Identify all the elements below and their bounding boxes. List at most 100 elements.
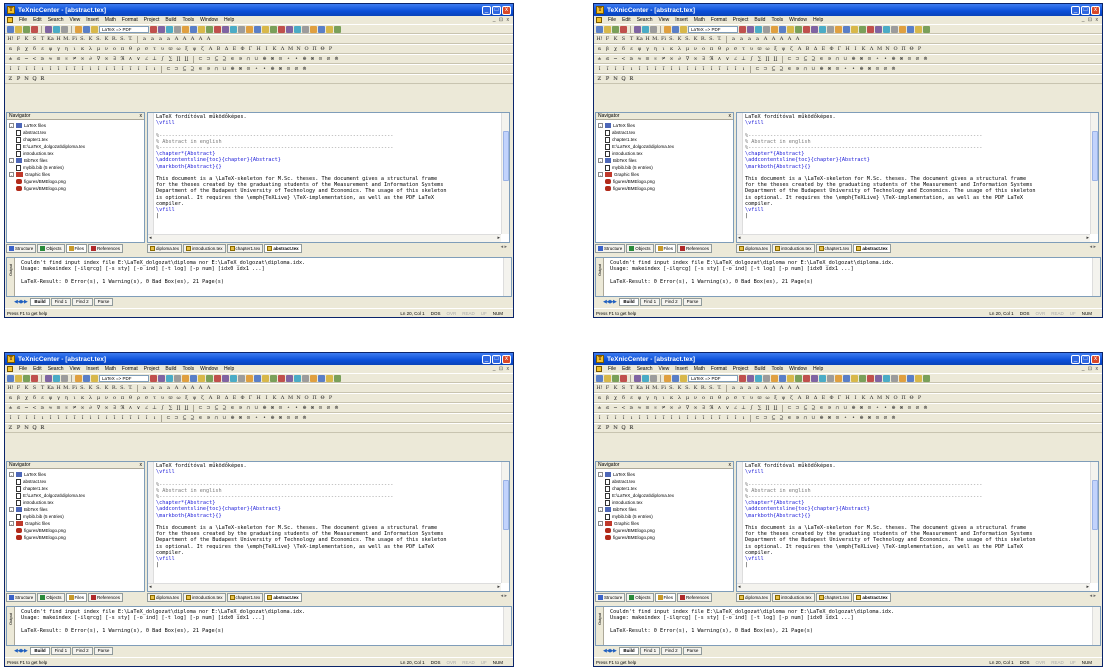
symbol-button[interactable]: ∩: [834, 56, 841, 62]
symbol-button[interactable]: ⊂: [786, 56, 793, 62]
tree-item[interactable]: abstract.tex: [598, 129, 731, 136]
symbol-button[interactable]: ≠: [660, 405, 667, 411]
document-tab[interactable]: diploma.tex: [147, 244, 183, 253]
tree-item[interactable]: figures/BMElogo.png: [598, 534, 731, 541]
output-profile-select[interactable]: LaTeX => PDF: [99, 25, 149, 33]
symbol-button[interactable]: Γ: [836, 46, 843, 52]
tree-expander-icon[interactable]: -: [598, 172, 603, 177]
symbol-button[interactable]: ⊘: [914, 405, 921, 411]
symbol-button[interactable]: Ρ: [327, 46, 334, 52]
toolbar-button-icon[interactable]: [7, 25, 14, 33]
symbol-button[interactable]: ε: [628, 46, 635, 52]
symbol-button[interactable]: M.: [652, 36, 659, 42]
symbol-button[interactable]: T.: [716, 36, 723, 42]
tree-item[interactable]: - BibTeX files: [598, 157, 731, 164]
symbol-button[interactable]: î: [79, 66, 86, 72]
symbol-button[interactable]: A: [770, 36, 777, 42]
toolbar-button-icon[interactable]: [334, 25, 341, 33]
toolbar-button-icon[interactable]: [664, 25, 671, 33]
symbol-button[interactable]: η: [63, 395, 70, 401]
symbol-button[interactable]: Γ: [836, 395, 843, 401]
symbol-button[interactable]: Η: [255, 395, 262, 401]
symbol-button[interactable]: Ι: [852, 46, 859, 52]
symbol-button[interactable]: ~: [612, 405, 619, 411]
tree-item[interactable]: figures/BMElogo.png: [9, 527, 142, 534]
tree-item[interactable]: - LaTeX files: [598, 471, 731, 478]
symbol-button[interactable]: ⊗: [277, 415, 284, 421]
minimize-button[interactable]: _: [482, 354, 491, 364]
symbol-button[interactable]: K: [692, 385, 699, 391]
symbol-button[interactable]: í: [692, 66, 699, 72]
toolbar-button-icon[interactable]: [827, 25, 834, 33]
symbol-button[interactable]: ∞: [692, 56, 699, 62]
symbol-button[interactable]: ∏: [175, 56, 182, 62]
menu-build[interactable]: Build: [165, 366, 176, 372]
tree-item[interactable]: - LaTeX files: [9, 122, 142, 129]
toolbar-button-icon[interactable]: [811, 25, 818, 33]
symbol-button[interactable]: T: [628, 36, 635, 42]
symbol-button[interactable]: ≤: [15, 405, 22, 411]
symbol-button[interactable]: T: [628, 385, 635, 391]
symbol-button[interactable]: Ε: [231, 46, 238, 52]
toolbar-button-icon[interactable]: [75, 374, 82, 382]
minimize-button[interactable]: _: [1071, 5, 1080, 15]
symbol-button[interactable]: ⊕: [261, 56, 268, 62]
symbol-button[interactable]: í: [103, 415, 110, 421]
scroll-right-icon[interactable]: ▸: [1086, 584, 1089, 590]
tree-item[interactable]: introduction.tex: [598, 150, 731, 157]
toolbar-button-icon[interactable]: [254, 25, 261, 33]
symbol-button[interactable]: •: [293, 56, 300, 62]
tree-expander-icon[interactable]: -: [9, 123, 14, 128]
toolbar-button-icon[interactable]: [198, 374, 205, 382]
symbol-button[interactable]: ∪: [842, 405, 849, 411]
symbol-button[interactable]: î: [668, 66, 675, 72]
toolbar-button-icon[interactable]: [851, 25, 858, 33]
symbol-button[interactable]: K: [692, 36, 699, 42]
toolbar-button-icon[interactable]: [819, 374, 826, 382]
document-tab[interactable]: introduction.tex: [772, 244, 815, 253]
toolbar-button-icon[interactable]: [83, 25, 90, 33]
symbol-button[interactable]: ĩ: [71, 66, 78, 72]
symbol-button[interactable]: σ: [732, 46, 739, 52]
symbol-button[interactable]: Α: [207, 46, 214, 52]
symbol-button[interactable]: ⊙: [285, 415, 292, 421]
symbol-button[interactable]: ⊗: [309, 56, 316, 62]
output-profile-select[interactable]: LaTeX => PDF: [688, 25, 738, 33]
symbol-button[interactable]: a: [157, 385, 164, 391]
symbol-button[interactable]: ⊆: [770, 66, 777, 72]
symbol-button[interactable]: A: [794, 385, 801, 391]
symbol-button[interactable]: ∋: [794, 415, 801, 421]
scroll-left-icon[interactable]: ◂: [149, 584, 152, 590]
symbol-button[interactable]: π: [708, 46, 715, 52]
navigator-close-icon[interactable]: x: [140, 462, 145, 468]
document-tab[interactable]: chapter1.tex: [226, 593, 264, 602]
symbol-button[interactable]: φ: [636, 395, 643, 401]
symbol-button[interactable]: κ: [668, 46, 675, 52]
menu-project[interactable]: Project: [144, 17, 160, 23]
symbol-button[interactable]: ℤ: [7, 76, 14, 82]
symbol-button[interactable]: a: [149, 36, 156, 42]
output-tab-find-2[interactable]: Find 2: [661, 298, 682, 306]
symbol-button[interactable]: ≡: [644, 405, 651, 411]
symbol-button[interactable]: ∈: [786, 66, 793, 72]
menu-format[interactable]: Format: [711, 17, 727, 23]
scroll-thumb[interactable]: [1092, 131, 1098, 181]
toolbar-button-icon[interactable]: [680, 374, 687, 382]
tab-objects[interactable]: Objects: [37, 593, 65, 602]
toolbar-button-icon[interactable]: [634, 25, 641, 33]
editor-horizontal-scrollbar[interactable]: ◂ ▸: [737, 583, 1090, 591]
symbol-button[interactable]: ⊘: [293, 66, 300, 72]
output-tab-find-1[interactable]: Find 1: [639, 647, 661, 655]
toolbar-button-icon[interactable]: [612, 374, 619, 382]
symbol-button[interactable]: ⊗: [237, 415, 244, 421]
symbol-button[interactable]: H: [55, 385, 62, 391]
symbol-button[interactable]: H!: [7, 385, 14, 391]
toolbar-button-icon[interactable]: [899, 374, 906, 382]
toolbar-button-icon[interactable]: [198, 25, 205, 33]
symbol-button[interactable]: ∩: [802, 66, 809, 72]
symbol-button[interactable]: ∫: [748, 56, 755, 62]
symbol-button[interactable]: ǐ: [620, 66, 627, 72]
toolbar-button-icon[interactable]: [604, 374, 611, 382]
toolbar-button-icon[interactable]: [53, 374, 60, 382]
symbol-button[interactable]: ∨: [724, 405, 731, 411]
